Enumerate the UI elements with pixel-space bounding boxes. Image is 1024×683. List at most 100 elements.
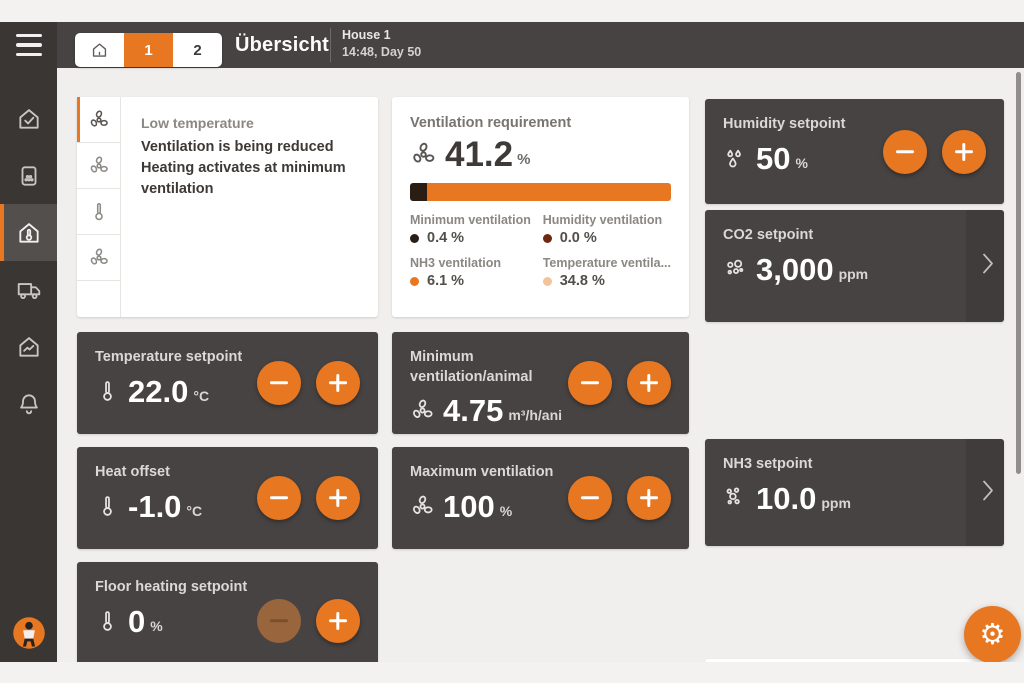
legend-value: 0.0 % — [560, 230, 597, 246]
house-name: House 1 — [342, 27, 421, 44]
setpoint-value: -1.0 — [128, 491, 181, 522]
setpoint-value: 3,000 — [756, 254, 834, 285]
legend-value: 34.8 % — [560, 273, 605, 289]
legend-value: 0.4 % — [427, 230, 464, 246]
temperature-setpoint-card: Temperature setpoint 22.0 °C — [77, 332, 378, 434]
settings-fab-button[interactable]: ⚙ — [964, 606, 1021, 662]
increase-button[interactable] — [316, 476, 360, 520]
increase-button[interactable] — [316, 599, 360, 643]
setpoint-unit: % — [150, 618, 162, 634]
decrease-button-disabled[interactable] — [257, 599, 301, 643]
chevron-right-icon[interactable] — [982, 479, 994, 506]
decrease-button[interactable] — [883, 130, 927, 174]
legend-item: NH3 ventilation 6.1 % — [410, 256, 533, 289]
card-title: Heat offset — [95, 463, 202, 483]
card-title: Maximum ventilation — [410, 463, 553, 483]
decrease-button[interactable] — [568, 476, 612, 520]
card-title: NH3 setpoint — [723, 455, 986, 475]
alert-message-line: Heating activates at minimum ventilation — [141, 158, 362, 200]
house-tab-2[interactable]: 2 — [173, 33, 222, 67]
decrease-button[interactable] — [568, 361, 612, 405]
header-divider — [330, 28, 331, 62]
setpoint-value: 100 — [443, 491, 495, 522]
setpoint-unit: % — [500, 503, 512, 519]
increase-button[interactable] — [627, 361, 671, 405]
legend-dot — [410, 234, 419, 243]
nh3-setpoint-card[interactable]: NH3 setpoint 10.0 ppm — [705, 439, 1004, 546]
alert-tab-strip — [77, 97, 121, 317]
chevron-right-icon[interactable] — [982, 253, 994, 280]
legend-item: Humidity ventilation 0.0 % — [543, 213, 671, 246]
card-title: Minimum ventilation/animal — [410, 348, 560, 387]
sidebar-item-overview[interactable] — [0, 90, 57, 147]
card-title: Humidity setpoint — [723, 115, 845, 135]
alerts-card: Low temperature Ventilation is being red… — [77, 97, 378, 317]
co2-setpoint-card[interactable]: CO2 setpoint 3,000 ppm — [705, 210, 1004, 322]
house-info: House 1 14:48, Day 50 — [342, 27, 421, 61]
hamburger-menu-icon[interactable] — [16, 34, 42, 56]
humidity-setpoint-card: Humidity setpoint 50 % — [705, 99, 1004, 204]
house-check-icon — [16, 106, 42, 132]
alert-message-line: Ventilation is being reduced — [141, 137, 362, 158]
house-tab-1[interactable]: 1 — [124, 33, 173, 67]
setpoint-value: 50 — [756, 143, 790, 174]
nh3-molecules-icon — [723, 486, 748, 511]
floor-heating-setpoint-card: Floor heating setpoint 0 % — [77, 562, 378, 662]
house-datetime: 14:48, Day 50 — [342, 44, 421, 61]
controller-icon — [16, 163, 42, 189]
bar-segment-total — [427, 183, 671, 201]
climate-status-card: Climate status — [705, 659, 1004, 662]
ventilation-stacked-bar — [410, 183, 671, 201]
legend-dot — [543, 277, 552, 286]
legend-value: 6.1 % — [427, 273, 464, 289]
legend-label: NH3 ventilation — [410, 256, 533, 270]
card-title: CO2 setpoint — [723, 226, 986, 246]
setpoint-value: 22.0 — [128, 376, 188, 407]
alert-tab-ventilation-3[interactable] — [77, 235, 120, 281]
sidebar — [0, 22, 57, 662]
drops-icon — [723, 146, 748, 171]
card-title: Ventilation requirement — [410, 115, 671, 131]
card-title: Temperature setpoint — [95, 348, 242, 368]
alert-tab-ventilation-1[interactable] — [77, 97, 120, 143]
setpoint-value: 0 — [128, 606, 145, 637]
decrease-button[interactable] — [257, 361, 301, 405]
thermometer-icon — [95, 609, 120, 634]
fan-icon — [410, 494, 435, 519]
house-thermometer-icon — [16, 220, 42, 246]
legend-dot — [410, 277, 419, 286]
legend-label: Minimum ventilation — [410, 213, 533, 227]
ventilation-legend: Minimum ventilation 0.4 % Humidity venti… — [410, 213, 671, 289]
sidebar-item-production[interactable] — [0, 318, 57, 375]
mascot-logo — [11, 615, 47, 651]
alert-tab-ventilation-2[interactable] — [77, 143, 120, 189]
increase-button[interactable] — [627, 476, 671, 520]
thermometer-icon — [95, 379, 120, 404]
sidebar-item-controller[interactable] — [0, 147, 57, 204]
setpoint-unit: m³/h/ani — [508, 407, 562, 423]
thermometer-icon — [88, 201, 110, 223]
legend-label: Temperature ventila... — [543, 256, 671, 270]
sidebar-item-climate[interactable] — [0, 204, 57, 261]
vertical-scrollbar-thumb[interactable] — [1016, 72, 1021, 474]
page-title: Übersicht — [235, 22, 329, 68]
fan-icon — [410, 141, 437, 168]
fan-icon — [88, 155, 110, 177]
house-graph-icon — [16, 334, 42, 360]
sidebar-item-alarms[interactable] — [0, 375, 57, 432]
sidebar-item-transport[interactable] — [0, 261, 57, 318]
heat-offset-card: Heat offset -1.0 °C — [77, 447, 378, 549]
increase-button[interactable] — [942, 130, 986, 174]
decrease-button[interactable] — [257, 476, 301, 520]
bell-icon — [16, 391, 42, 417]
home-tab[interactable] — [75, 33, 124, 67]
gear-icon: ⚙ — [980, 617, 1006, 652]
setpoint-unit: °C — [193, 388, 209, 404]
maximum-ventilation-card: Maximum ventilation 100 % — [392, 447, 689, 549]
setpoint-value: 10.0 — [756, 483, 816, 514]
alert-tab-temperature[interactable] — [77, 189, 120, 235]
co2-molecules-icon — [723, 257, 748, 282]
minimum-ventilation-card: Minimum ventilation/animal 4.75 m³/h/ani — [392, 332, 689, 434]
increase-button[interactable] — [316, 361, 360, 405]
truck-icon — [16, 277, 42, 303]
